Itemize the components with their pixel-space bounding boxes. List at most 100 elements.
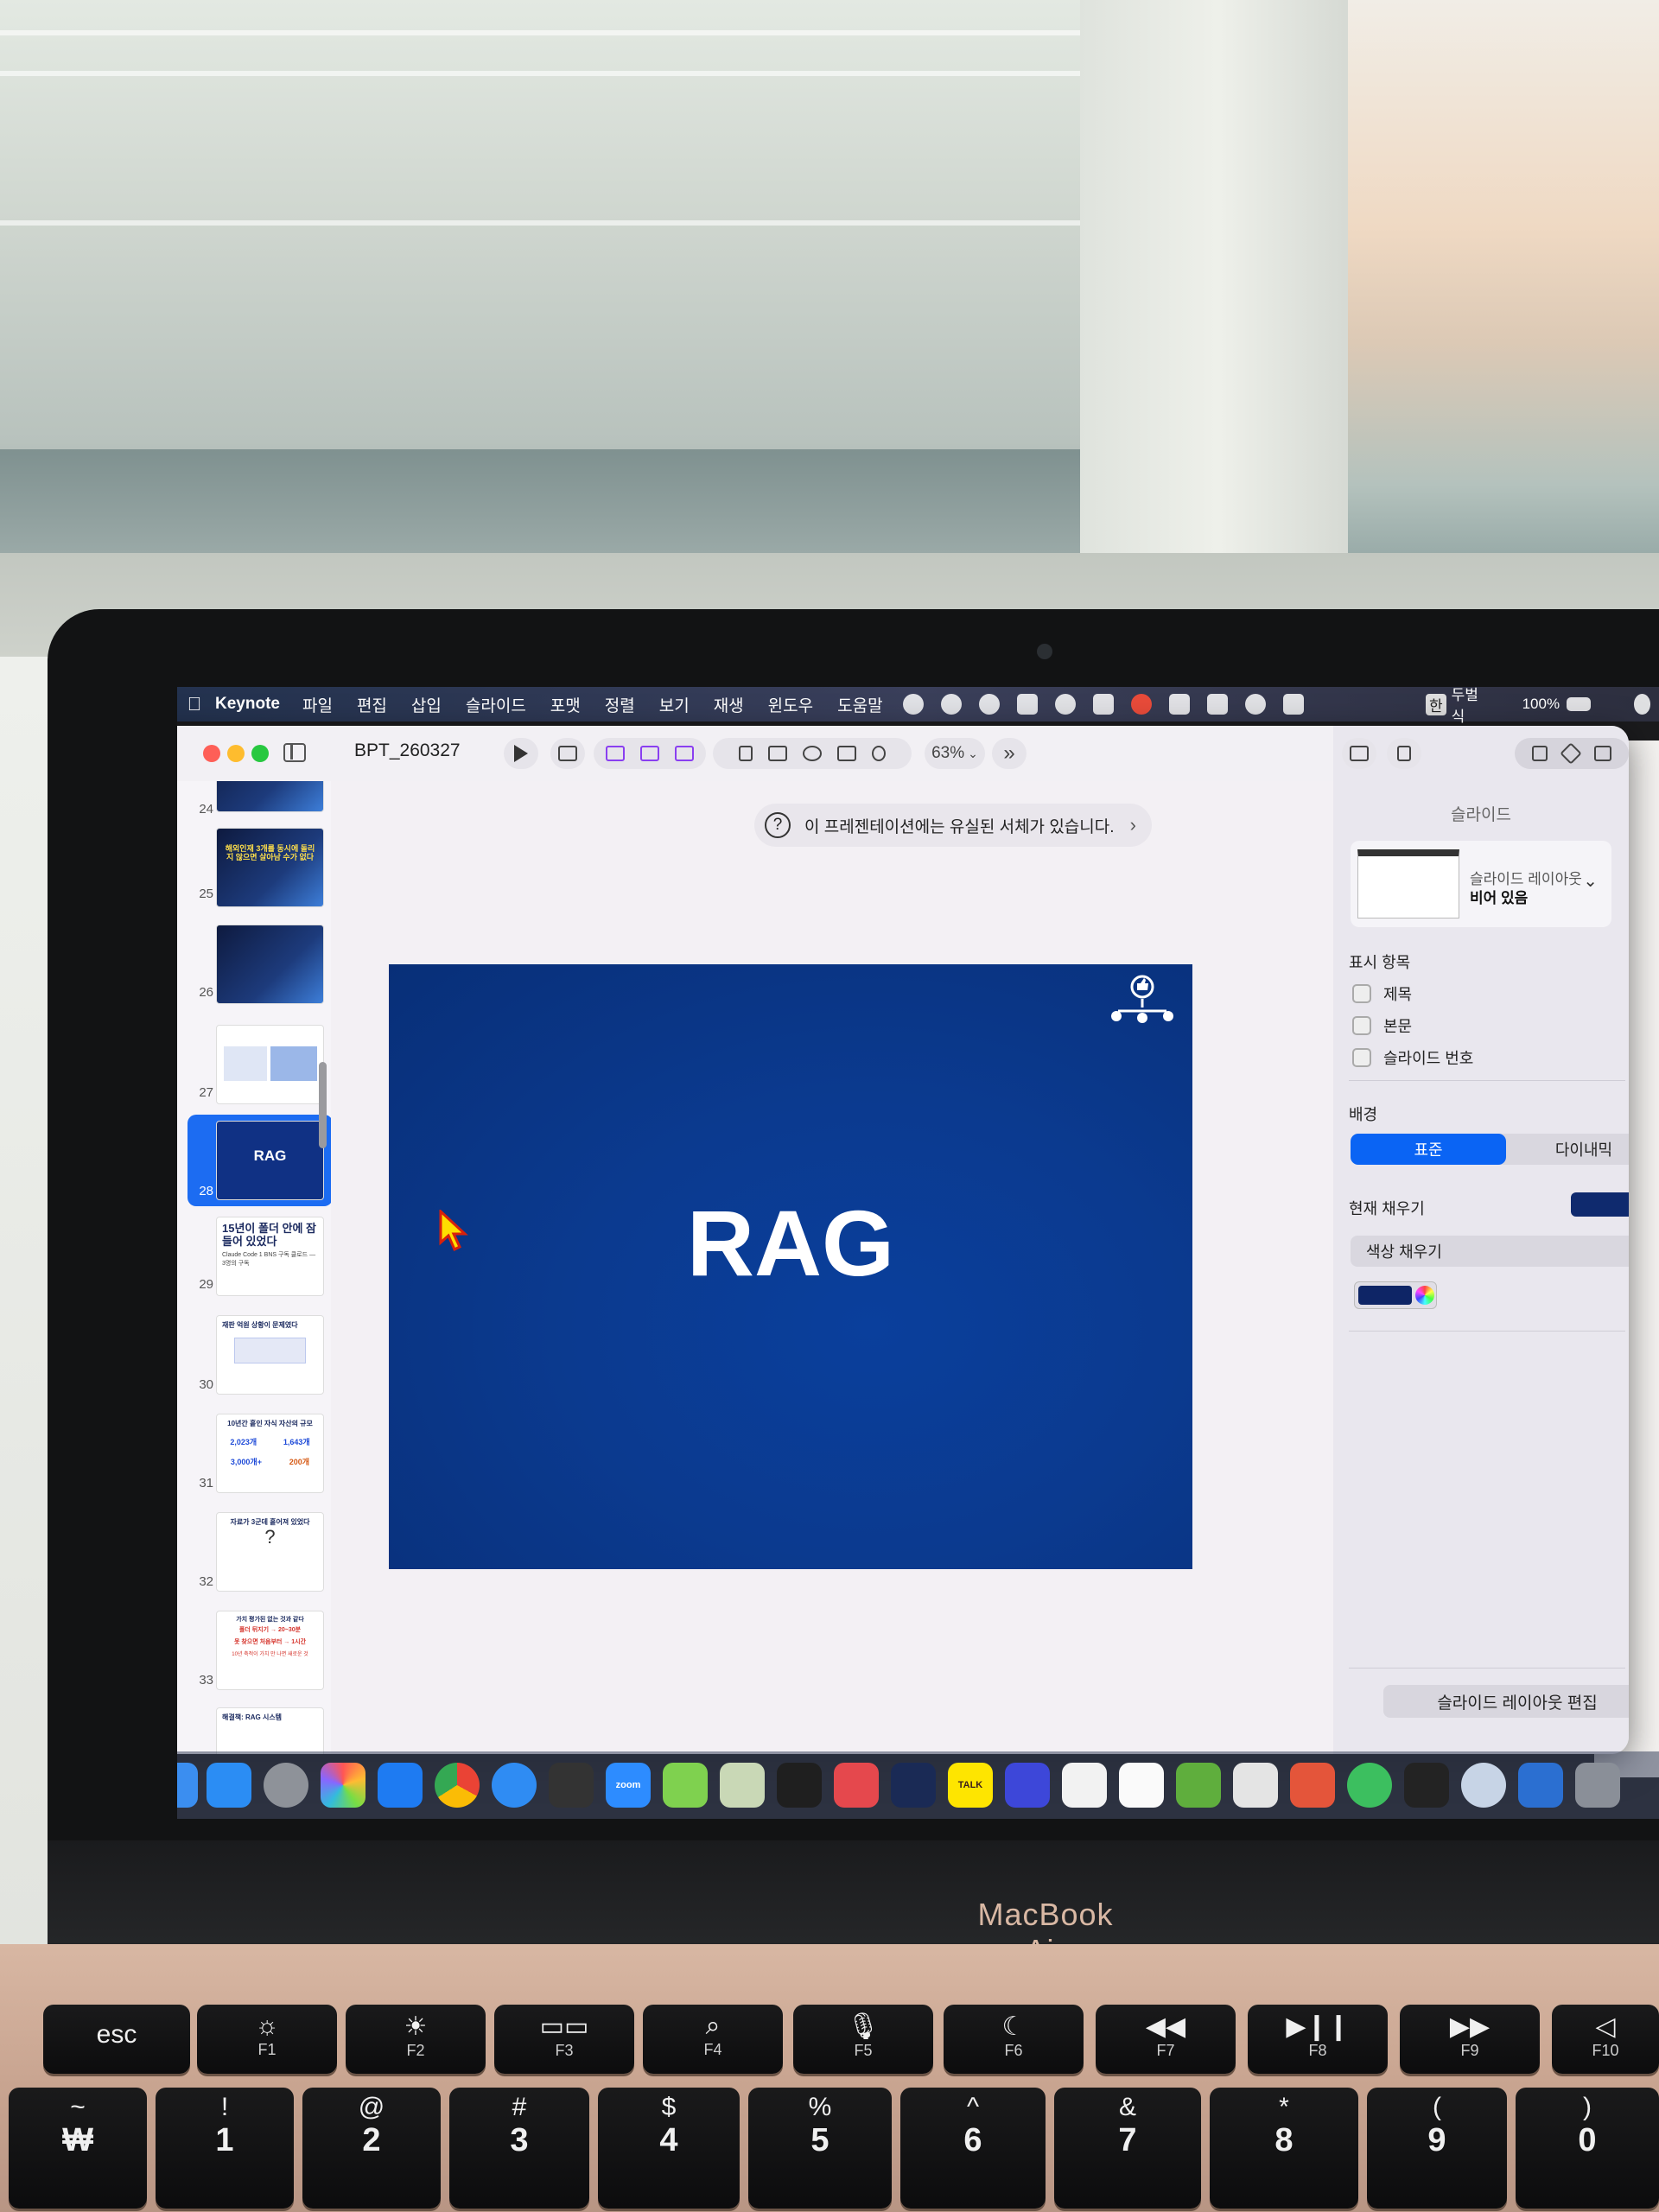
share-button[interactable] (1387, 738, 1421, 769)
shape-icon[interactable] (837, 746, 856, 761)
f6-key[interactable]: ☾ F6 (944, 2005, 1084, 2074)
grid-icon[interactable] (1017, 694, 1038, 715)
f8-key[interactable]: ▶❙❙ F8 (1248, 2005, 1388, 2074)
final-cut-icon[interactable] (549, 1763, 594, 1808)
app-store-icon[interactable] (207, 1763, 251, 1808)
chrome-icon[interactable] (435, 1763, 480, 1808)
slide-thumbnail-34[interactable]: 해결책: RAG 시스템 (216, 1707, 324, 1754)
slide-thumbnail-30[interactable]: 재판 억원 상황이 문제였다 (216, 1315, 324, 1395)
key-6[interactable]: ^ 6 (900, 2088, 1046, 2209)
cloud-app-icon[interactable] (663, 1763, 708, 1808)
safari-icon[interactable] (492, 1763, 537, 1808)
slide-thumbnail-24[interactable] (216, 781, 324, 812)
utility-app-icon[interactable] (1518, 1763, 1563, 1808)
body-checkbox[interactable] (1352, 1016, 1371, 1035)
slide-thumbnail-32[interactable]: 자료가 3군데 흩어져 있었다 ? (216, 1512, 324, 1592)
notes-icon[interactable] (1119, 1763, 1164, 1808)
comment-button[interactable] (1342, 738, 1376, 769)
dev-app-icon[interactable] (777, 1763, 822, 1808)
f5-key[interactable]: 🎙 F5 (793, 2005, 933, 2074)
activity-icon[interactable] (1347, 1763, 1392, 1808)
menu-format[interactable]: 포맷 (538, 693, 593, 716)
menu-slide[interactable]: 슬라이드 (454, 693, 538, 716)
bluetooth-icon[interactable] (1245, 694, 1266, 715)
slide-thumbnail-29[interactable]: 15년이 폴더 안에 잠들어 있었다 Claude Code 1 BNS 구독 … (216, 1217, 324, 1296)
finder-icon[interactable] (177, 1763, 198, 1808)
animate-icon[interactable] (1560, 742, 1582, 765)
chart-icon[interactable] (803, 746, 822, 761)
menu-view[interactable]: 보기 (647, 693, 702, 716)
text-box-icon[interactable] (739, 746, 753, 761)
key-2[interactable]: @ 2 (302, 2088, 441, 2209)
body-checkbox-row[interactable]: 본문 (1352, 1014, 1412, 1037)
key-1[interactable]: ! 1 (156, 2088, 294, 2209)
slide-thumbnail-25[interactable]: 해외인재 3개를 동시에 돌리지 않으면 살아남 수가 없다 (216, 828, 324, 907)
menu-app-name[interactable]: Keynote (212, 695, 290, 714)
send-app-icon[interactable] (891, 1763, 936, 1808)
launchpad-icon[interactable] (1005, 1763, 1050, 1808)
title-checkbox[interactable] (1352, 984, 1371, 1003)
current-slide[interactable]: RAG (389, 964, 1192, 1569)
cloud-icon[interactable] (903, 694, 924, 715)
menu-help[interactable]: 도움말 (825, 693, 894, 716)
pdf-app-icon[interactable] (834, 1763, 879, 1808)
sparkle-icon[interactable] (941, 694, 962, 715)
magic-layout-icon[interactable] (640, 746, 659, 761)
slide-thumbnail-33[interactable]: 가치 평가된 없는 것과 같다 폴더 뒤지기 → 20~30분 못 찾으면 처음… (216, 1611, 324, 1690)
media-icon[interactable] (872, 746, 886, 761)
key-4[interactable]: $ 4 (598, 2088, 740, 2209)
key-3[interactable]: # 3 (449, 2088, 589, 2209)
apple-menu-icon[interactable]:  (177, 693, 212, 715)
f10-key[interactable]: ◁ F10 (1552, 2005, 1659, 2074)
slide-layout-picker[interactable]: 슬라이드 레이아웃 비어 있음 ⌄ (1351, 841, 1611, 927)
creative-cloud-icon[interactable] (1055, 694, 1076, 715)
color-well-swatch[interactable] (1358, 1286, 1412, 1305)
edit-slide-layout-button[interactable]: 슬라이드 레이아웃 편집 (1383, 1685, 1629, 1718)
onedrive-icon[interactable] (979, 694, 1000, 715)
terminal-icon[interactable] (1404, 1763, 1449, 1808)
fill-type-select[interactable]: 색상 채우기 ⇕ (1351, 1236, 1629, 1267)
kakaotalk-icon[interactable]: TALK (948, 1763, 993, 1808)
speedtest-icon[interactable] (1233, 1763, 1278, 1808)
key-9[interactable]: ( 9 (1367, 2088, 1507, 2209)
key-8[interactable]: * 8 (1210, 2088, 1358, 2209)
magic-slide-icon[interactable] (606, 746, 625, 761)
missing-fonts-banner[interactable]: ? 이 프레젠테이션에는 유실된 서체가 있습니다. › (754, 804, 1152, 847)
volume-icon[interactable] (1283, 694, 1304, 715)
key-7[interactable]: & 7 (1054, 2088, 1201, 2209)
minimize-window-button[interactable] (227, 745, 245, 762)
format-brush-icon[interactable] (1532, 746, 1548, 761)
menu-file[interactable]: 파일 (290, 693, 345, 716)
menu-edit[interactable]: 편집 (345, 693, 399, 716)
current-fill-swatch[interactable] (1571, 1192, 1629, 1217)
shield-icon[interactable] (1169, 694, 1190, 715)
background-standard-option[interactable]: 표준 (1351, 1134, 1506, 1165)
slide-title-text[interactable]: RAG (389, 1189, 1192, 1297)
input-source-badge[interactable]: 한 (1426, 693, 1446, 715)
slide-thumbnail-31[interactable]: 10년간 흩인 자식 자산의 규모 2,023개 1,643개 3,000개+ … (216, 1414, 324, 1493)
compass-icon[interactable] (1461, 1763, 1506, 1808)
slide-number-checkbox[interactable] (1352, 1048, 1371, 1067)
f7-key[interactable]: ◀◀ F7 (1096, 2005, 1236, 2074)
battery-icon[interactable] (1567, 697, 1591, 711)
automator-icon[interactable] (1575, 1763, 1620, 1808)
navigator-scrollbar[interactable] (319, 1062, 327, 1148)
keyboard-layout-label[interactable]: 두벌식 (1452, 687, 1484, 726)
key-5[interactable]: % 5 (748, 2088, 892, 2209)
play-button[interactable] (504, 738, 538, 769)
f9-key[interactable]: ▶▶ F9 (1400, 2005, 1540, 2074)
f3-key[interactable]: ▭▭ F3 (494, 2005, 634, 2074)
zoom-window-button[interactable] (251, 745, 269, 762)
color-wheel-icon[interactable] (1415, 1286, 1434, 1305)
background-dynamic-option[interactable]: 다이내믹 (1506, 1134, 1629, 1165)
esc-key[interactable]: esc (43, 2005, 190, 2074)
menu-insert[interactable]: 삽입 (399, 693, 454, 716)
record-icon[interactable] (1131, 694, 1152, 715)
table-icon[interactable] (768, 746, 787, 761)
f2-key[interactable]: ☀ F2 (346, 2005, 486, 2074)
sidebar-toggle-icon[interactable] (283, 743, 306, 762)
menu-play[interactable]: 재생 (702, 693, 756, 716)
display-icon[interactable] (1207, 694, 1228, 715)
wiki-app-icon[interactable] (720, 1763, 765, 1808)
menu-window[interactable]: 윈도우 (756, 693, 825, 716)
